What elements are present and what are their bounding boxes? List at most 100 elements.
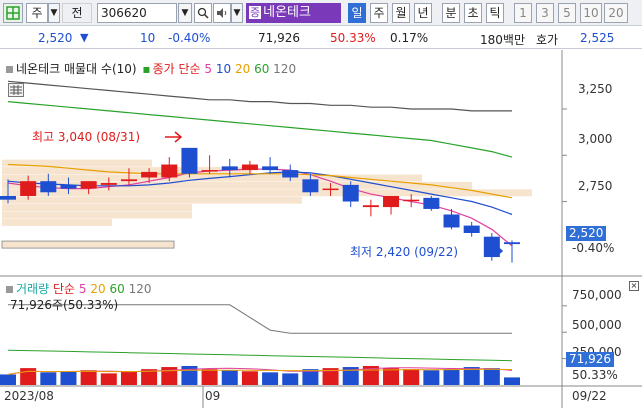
market-select[interactable]: 주 — [26, 3, 48, 23]
volume-bar-14 — [282, 373, 299, 385]
speaker-dropdown-icon[interactable]: ▼ — [231, 3, 243, 23]
y-tick-3250: 3,250 — [578, 82, 613, 96]
low-price-label: 최저 2,420 (09/22) — [350, 245, 459, 259]
x-label-start: 2023/08 — [4, 389, 54, 403]
code-dropdown-icon[interactable]: ▼ — [178, 3, 192, 23]
tab-tick-label: 틱 — [489, 6, 501, 20]
interval-5[interactable]: 5 — [558, 3, 576, 23]
turnover-pct: 0.17% — [390, 31, 429, 45]
search-icon[interactable] — [194, 3, 212, 23]
volume-readout: 71,926주(50.33%) — [10, 298, 119, 312]
stock-code-input[interactable]: 306620 — [97, 3, 177, 23]
volume-bar-0 — [0, 374, 16, 385]
price-chart[interactable] — [0, 50, 642, 408]
trade-value: 180백만 — [480, 33, 525, 47]
volume-bar-22 — [443, 369, 460, 385]
tab-second[interactable]: 초 — [464, 3, 482, 23]
price-change-pct: -0.40% — [168, 31, 211, 45]
interval-10[interactable]: 10 — [580, 3, 602, 23]
tab-week-label: 주 — [373, 6, 385, 20]
candle-body-1 — [20, 181, 37, 196]
price-legend: 네온테크 매물대 수(10) ▪ 종가 단순 5 10 20 60 120 — [6, 60, 296, 77]
y-tick-2750: 2,750 — [578, 179, 613, 193]
candle-body-13 — [262, 166, 279, 171]
volume-value: 71,926 — [258, 31, 300, 45]
volume-legend: 거래량 단순 5 20 60 120 — [6, 280, 151, 297]
candle-body-3 — [60, 184, 77, 189]
tab-day[interactable]: 일 — [348, 3, 366, 23]
legend-ma-label: 종가 단순 — [152, 62, 201, 76]
current-price: 2,520 — [38, 31, 73, 45]
tab-second-label: 초 — [467, 6, 479, 20]
candle-body-2 — [40, 181, 57, 193]
interval-1-label: 1 — [519, 6, 527, 20]
current-change-pct: -0.40% — [572, 241, 615, 255]
market-dropdown-icon[interactable]: ▼ — [48, 3, 60, 23]
period-label: 전 — [71, 6, 83, 20]
period-toggle[interactable]: 전 — [62, 3, 92, 23]
candle-body-14 — [282, 170, 299, 178]
candle-body-10 — [201, 170, 218, 172]
volume-bar-5 — [100, 373, 117, 385]
volume-ratio: 50.33% — [330, 31, 376, 45]
stock-name-label: 네온테크 — [263, 5, 311, 20]
volume-bar-2 — [40, 372, 57, 385]
candle-body-11 — [221, 166, 238, 171]
volume-bar-10 — [201, 369, 218, 385]
legend-ma20: 20 — [234, 62, 251, 76]
price-change: 10 — [140, 31, 156, 45]
ma-line-120 — [7, 80, 512, 112]
vol-tick-750000: 750,000 — [572, 288, 622, 302]
candle-body-22 — [443, 214, 460, 228]
tab-minute-label: 분 — [445, 6, 457, 20]
table-toggle-icon[interactable] — [8, 83, 24, 97]
legend-ma60: 60 — [254, 62, 270, 76]
high-price-label: 최고 3,040 (08/31) — [32, 130, 141, 144]
interval-3-label: 3 — [541, 6, 549, 20]
volume-legend-ma-label: 단순 — [52, 282, 76, 296]
vol-tick-500000: 500,000 — [572, 318, 622, 332]
volume-profile-bar-8 — [2, 218, 112, 226]
interval-20[interactable]: 20 — [604, 3, 628, 23]
interval-5-label: 5 — [563, 6, 571, 20]
ask-label: 호가 — [536, 33, 559, 47]
volume-bar-13 — [262, 372, 279, 385]
candle-body-9 — [181, 147, 198, 174]
tab-month[interactable]: 월 — [392, 3, 410, 23]
volume-bar-20 — [403, 369, 420, 385]
volume-ma-line-60 — [7, 349, 513, 362]
tab-minute[interactable]: 분 — [442, 3, 460, 23]
stock-code-value: 306620 — [101, 6, 147, 20]
candle-body-5 — [100, 183, 117, 185]
volume-bar-4 — [80, 370, 97, 385]
candle-body-15 — [302, 179, 319, 193]
legend-marker-icon — [6, 66, 13, 73]
volume-legend-ma20: 20 — [90, 282, 106, 296]
candle-body-16 — [322, 188, 339, 191]
volume-legend-ma60: 60 — [109, 282, 125, 296]
candle-body-17 — [342, 184, 359, 202]
volume-bar-25 — [504, 377, 520, 385]
tab-year-label: 년 — [417, 6, 429, 20]
legend-ma120: 120 — [273, 62, 297, 76]
chart-grid-icon[interactable] — [3, 3, 23, 23]
candle-body-19 — [383, 195, 400, 208]
legend-separator-icon: ▪ — [142, 62, 151, 76]
volume-legend-ma120: 120 — [128, 282, 152, 296]
x-label-month: 09 — [205, 389, 221, 403]
tab-week[interactable]: 주 — [370, 3, 388, 23]
speaker-icon[interactable] — [213, 3, 231, 23]
legend-ma10: 10 — [215, 62, 232, 76]
interval-1[interactable]: 1 — [514, 3, 532, 23]
tab-year[interactable]: 년 — [414, 3, 432, 23]
candle-body-20 — [403, 199, 420, 202]
legend-ma5: 5 — [204, 62, 213, 76]
stock-name[interactable]: 증 네온테크 — [246, 3, 341, 23]
interval-3[interactable]: 3 — [536, 3, 554, 23]
quote-bar: 2,520 ▼ 10 -0.40% 71,926 50.33% 0.17% 18… — [0, 27, 642, 49]
tab-day-label: 일 — [351, 6, 363, 20]
ask-price: 2,525 — [580, 31, 615, 45]
close-icon[interactable]: × — [629, 281, 639, 291]
tab-tick[interactable]: 틱 — [486, 3, 504, 23]
candle-body-25 — [504, 242, 520, 245]
